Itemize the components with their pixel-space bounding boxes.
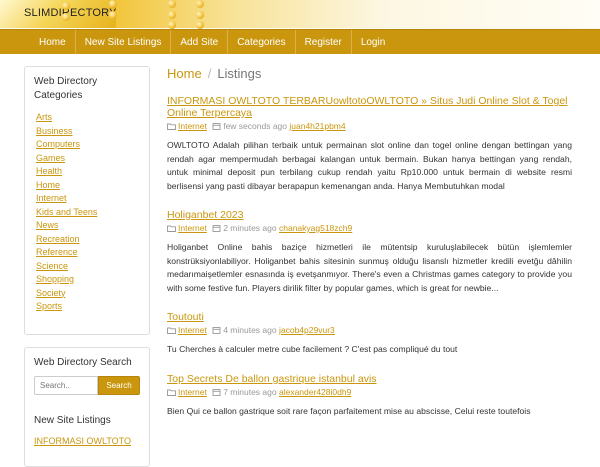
folder-icon <box>167 327 176 334</box>
category-link-computers[interactable]: Computers <box>36 139 80 149</box>
categories-panel: Web Directory Categories Arts Business C… <box>24 66 150 335</box>
header-gradient <box>116 0 600 28</box>
folder-icon <box>167 225 176 232</box>
nav-add-site[interactable]: Add Site <box>171 30 229 54</box>
listing-meta: Internet 4 minutes ago jacob4p29vur3 <box>167 325 572 335</box>
listing-category-link[interactable]: Internet <box>178 121 207 131</box>
sidebar: Web Directory Categories Arts Business C… <box>24 66 150 467</box>
calendar-icon <box>212 388 221 396</box>
decorative-dot-icon <box>168 21 176 29</box>
listing-category-link[interactable]: Internet <box>178 387 207 397</box>
decorative-dot-icon <box>109 11 117 19</box>
listing-category-link[interactable]: Internet <box>178 325 207 335</box>
decorative-dot-icon <box>109 0 117 8</box>
nav-register[interactable]: Register <box>296 30 352 54</box>
listing-user-link[interactable]: juan4h21pbm4 <box>289 121 345 131</box>
decorative-dot-icon <box>196 11 204 19</box>
new-listings-title: New Site Listings <box>34 415 111 426</box>
listing-title[interactable]: Holiganbet 2023 <box>167 209 572 221</box>
listing-meta: Internet 2 minutes ago chanakyag518zch9 <box>167 223 572 233</box>
search-button[interactable]: Search <box>98 376 140 395</box>
decorative-dot-icon <box>196 0 204 8</box>
category-link-health[interactable]: Health <box>36 166 62 176</box>
category-link-internet[interactable]: Internet <box>36 193 67 203</box>
site-logo[interactable]: SLIMDIRECTORY <box>24 7 117 19</box>
category-link-society[interactable]: Society <box>36 288 66 298</box>
category-link-games[interactable]: Games <box>36 153 65 163</box>
category-link-recreation[interactable]: Recreation <box>36 234 80 244</box>
decorative-dot-icon <box>62 13 70 21</box>
new-listing-link[interactable]: INFORMASI OWLTOTO <box>34 436 140 446</box>
category-link-arts[interactable]: Arts <box>36 112 52 122</box>
category-link-reference[interactable]: Reference <box>36 247 78 257</box>
listing-user-link[interactable]: jacob4p29vur3 <box>279 325 335 335</box>
nav-home[interactable]: Home <box>30 30 76 54</box>
folder-icon <box>167 389 176 396</box>
header-banner: SLIMDIRECTORY <box>0 0 600 30</box>
breadcrumb-home[interactable]: Home <box>167 66 202 81</box>
category-link-shopping[interactable]: Shopping <box>36 274 74 284</box>
search-input[interactable] <box>34 376 98 395</box>
listing-title[interactable]: Top Secrets De ballon gastrique istanbul… <box>167 373 572 385</box>
category-link-business[interactable]: Business <box>36 126 73 136</box>
category-link-news[interactable]: News <box>36 220 59 230</box>
listing-title[interactable]: INFORMASI OWLTOTO TERBARUowltotoOWLTOTO … <box>167 95 572 119</box>
listing-meta: Internet 7 minutes ago alexander428i0dh9 <box>167 387 572 397</box>
listing-description: Holiganbet Online bahis baziçe hizmetler… <box>167 242 572 293</box>
logo-box[interactable]: SLIMDIRECTORY <box>0 0 116 28</box>
nav-categories[interactable]: Categories <box>228 30 296 54</box>
main-content: Home / Listings INFORMASI OWLTOTO TERBARUo… <box>167 66 572 434</box>
decorative-dot-icon <box>62 2 70 10</box>
listing-category-link[interactable]: Internet <box>178 223 207 233</box>
listing-description: Tu Cherches à calculer metre cube facile… <box>167 344 458 354</box>
breadcrumb-current: Listings <box>217 66 262 81</box>
listing-item: Toutouti Internet 4 minutes ago jacob4p2… <box>167 311 572 357</box>
listing-item: Top Secrets De ballon gastrique istanbul… <box>167 373 572 419</box>
calendar-icon <box>212 327 221 334</box>
decorative-dot-icon <box>168 11 176 19</box>
folder-icon <box>167 123 176 130</box>
category-link-home[interactable]: Home <box>36 180 60 190</box>
listing-item: Holiganbet 2023 Internet 2 minutes ago c… <box>167 209 572 295</box>
listing-description: Bien Qui ce ballon gastrique soit rare f… <box>167 405 531 416</box>
category-list: Arts Business Computers Games Health Hom… <box>34 111 140 314</box>
listing-time: few seconds ago <box>223 121 287 131</box>
nav-new-site-listings[interactable]: New Site Listings <box>76 30 172 54</box>
listing-time: 7 minutes ago <box>223 386 277 397</box>
categories-title: Web Directory Categories <box>34 76 98 101</box>
decorative-dot-icon <box>168 0 176 8</box>
listing-meta: Internet few seconds ago juan4h21pbm4 <box>167 121 572 131</box>
main-nav: Home New Site Listings Add Site Categori… <box>0 29 600 54</box>
breadcrumb: Home / Listings <box>167 66 572 81</box>
search-title: Web Directory Search <box>34 357 132 368</box>
search-panel: Web Directory Search Search New Site Lis… <box>24 347 150 467</box>
listing-item: INFORMASI OWLTOTO TERBARUowltotoOWLTOTO … <box>167 95 572 193</box>
listing-time: 2 minutes ago <box>223 223 277 233</box>
listing-title[interactable]: Toutouti <box>167 311 572 323</box>
category-link-kids-and-teens[interactable]: Kids and Teens <box>36 207 97 217</box>
listing-user-link[interactable]: alexander428i0dh9 <box>279 387 351 397</box>
calendar-icon <box>212 123 221 130</box>
category-link-sports[interactable]: Sports <box>36 301 62 311</box>
category-link-science[interactable]: Science <box>36 261 68 271</box>
nav-login[interactable]: Login <box>352 30 394 54</box>
search-form: Search <box>34 376 140 395</box>
listing-time: 4 minutes ago <box>223 325 277 335</box>
breadcrumb-separator: / <box>207 66 212 81</box>
listing-description: OWLTOTO Adalah pilihan terbaik untuk per… <box>167 140 572 191</box>
calendar-icon <box>212 225 221 232</box>
listing-user-link[interactable]: chanakyag518zch9 <box>279 223 352 233</box>
decorative-dot-icon <box>196 21 204 29</box>
